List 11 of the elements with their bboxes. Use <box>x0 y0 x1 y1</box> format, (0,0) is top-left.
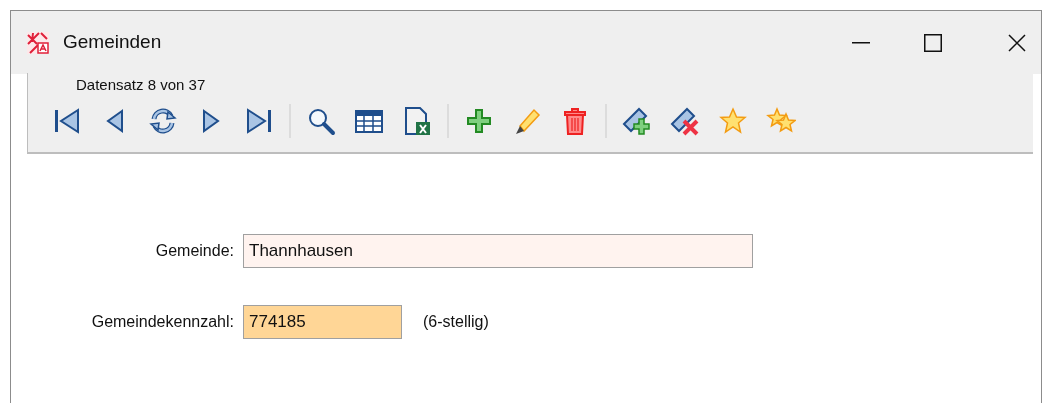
input-field[interactable]: 774185 <box>243 305 402 339</box>
close-icon[interactable] <box>1008 33 1026 52</box>
maximize-icon[interactable] <box>924 33 942 52</box>
field-label: Gemeindekennzahl: <box>90 312 235 332</box>
record-status: Datensatz 8 von 37 <box>76 75 207 95</box>
window-title: Gemeinden <box>63 30 162 55</box>
minimize-icon[interactable] <box>852 41 870 44</box>
input-field[interactable]: Thannhausen <box>243 234 753 268</box>
field-label: Gemeinde: <box>154 241 235 261</box>
app-logo-icon <box>27 31 49 54</box>
field-hint: (6-stellig) <box>423 312 489 332</box>
